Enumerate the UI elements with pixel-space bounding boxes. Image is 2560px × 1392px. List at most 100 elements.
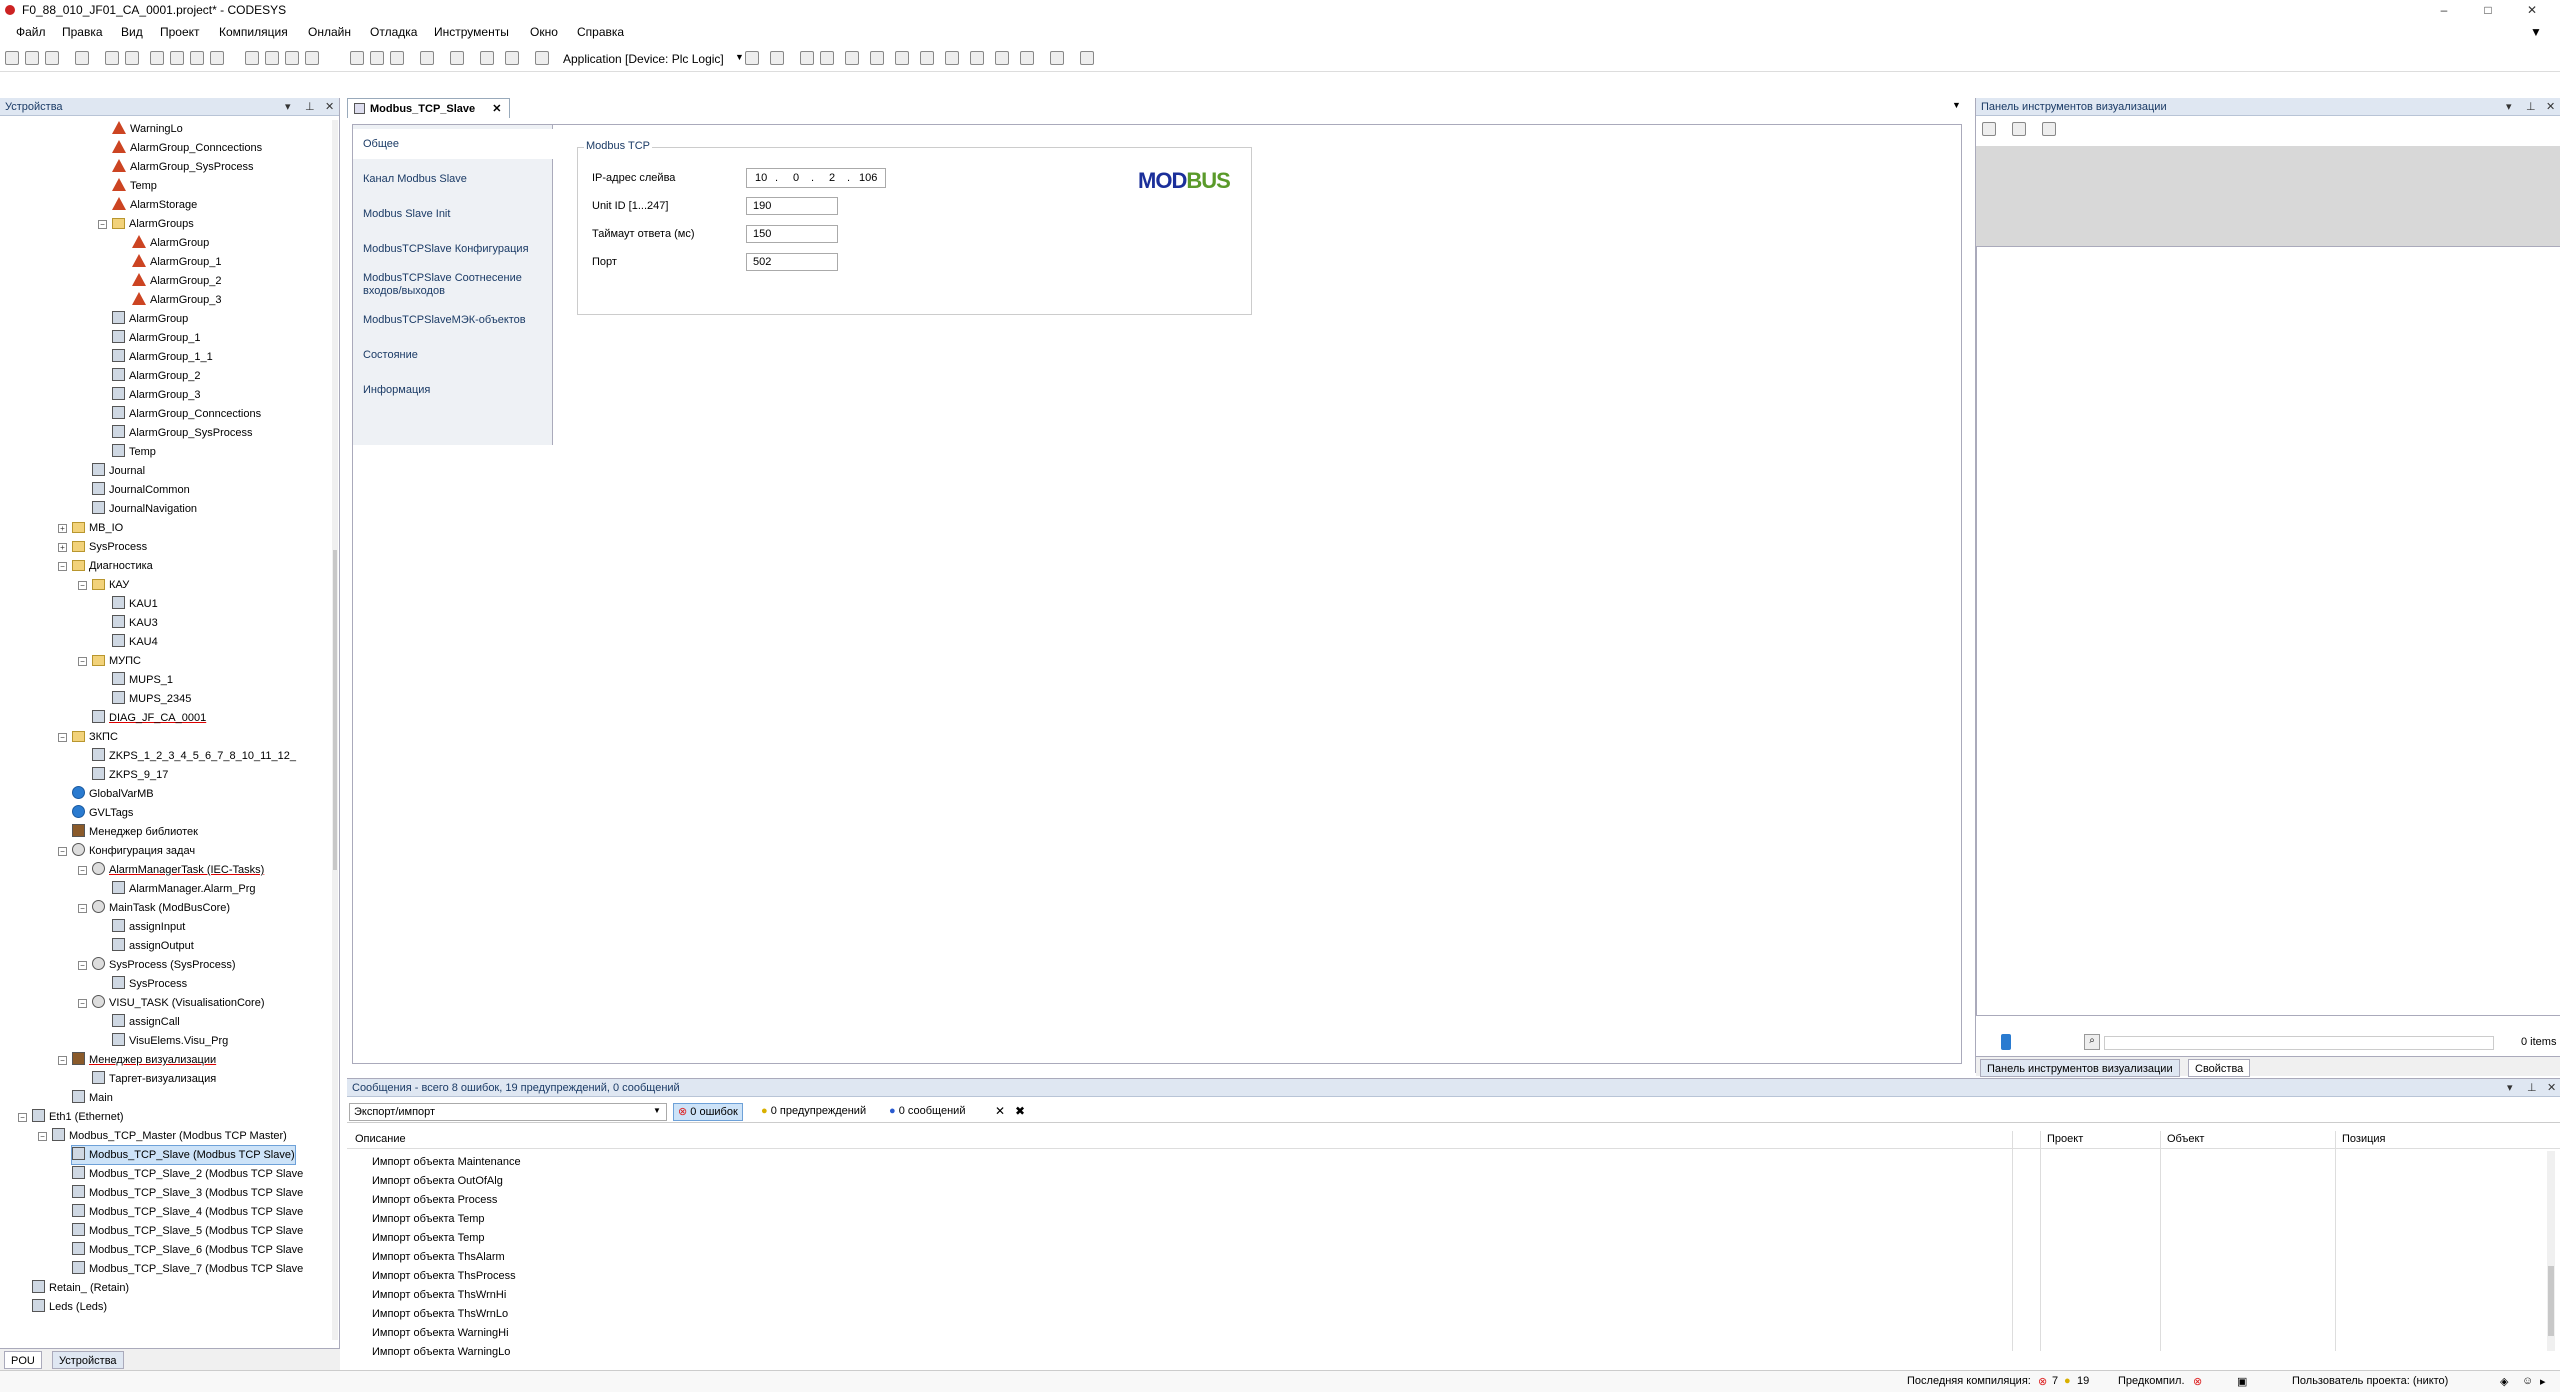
tree-item[interactable]: МУПС (92, 652, 141, 670)
precompile-status-icon[interactable]: ⊗ (2193, 1375, 2202, 1388)
tree-item[interactable]: Modbus_TCP_Slave_3 (Modbus TCP Slave (72, 1184, 303, 1202)
tree-item[interactable]: AlarmGroup_SysProcess (112, 424, 253, 442)
device-status-icon[interactable]: ▣ (2237, 1375, 2247, 1388)
tree-item[interactable]: Менеджер визуализации (72, 1051, 216, 1069)
tree-item[interactable]: AlarmGroups (112, 215, 194, 233)
tree-item[interactable]: DIAG_JF_CA_0001 (92, 709, 206, 727)
run-to-cursor-icon[interactable] (970, 51, 984, 65)
menu-build[interactable]: Компиляция (219, 25, 288, 39)
tree-item[interactable]: AlarmGroup_Conncections (112, 139, 262, 157)
message-category-select[interactable]: Экспорт/импорт (349, 1103, 667, 1121)
tree-expander-icon[interactable]: − (58, 562, 67, 571)
device-icon[interactable] (505, 51, 519, 65)
tree-item[interactable]: assignInput (112, 918, 185, 936)
col-position[interactable]: Позиция (2342, 1133, 2386, 1145)
bookmark-icon[interactable] (285, 51, 299, 65)
menu-tools[interactable]: Инструменты (434, 25, 509, 39)
tab-pou[interactable]: POU (4, 1351, 42, 1369)
save-icon[interactable] (45, 51, 59, 65)
stop-icon[interactable] (820, 51, 834, 65)
tree-expander-icon[interactable]: − (18, 1113, 27, 1122)
tree-item[interactable]: Eth1 (Ethernet) (32, 1108, 124, 1126)
write-values-icon[interactable] (995, 51, 1009, 65)
visu-view-list-icon[interactable] (1982, 122, 1996, 136)
tree-expander-icon[interactable]: − (78, 961, 87, 970)
side-tab-tcp-slave-config[interactable]: ModbusTCPSlave Конфигурация (353, 234, 553, 264)
messages-scrollbar[interactable] (2547, 1151, 2555, 1351)
tree-item[interactable]: Modbus_TCP_Master (Modbus TCP Master) (52, 1127, 287, 1145)
breakpoint-icon[interactable] (870, 51, 884, 65)
tree-item[interactable]: MB_IO (72, 519, 123, 537)
tree-item[interactable]: Таргет-визуализация (92, 1070, 216, 1088)
maximize-button[interactable]: □ (2466, 0, 2510, 20)
tree-item[interactable]: KAU3 (112, 614, 158, 632)
tree-item[interactable]: AlarmGroup_1_1 (112, 348, 213, 366)
pin-icon[interactable]: ⊥ (2526, 98, 2536, 116)
panel-close-icon[interactable]: ✕ (325, 98, 334, 116)
table-row[interactable]: Импорт объекта ThsWrnLo (372, 1305, 508, 1323)
table-row[interactable]: Импорт объекта WarningLo (372, 1343, 510, 1361)
tree-item[interactable]: Менеджер библиотек (72, 823, 198, 841)
tree-expander-icon[interactable]: − (78, 657, 87, 666)
tree-expander-icon[interactable]: − (38, 1132, 47, 1141)
shield-icon[interactable]: ◈ (2500, 1375, 2508, 1388)
tree-expander-icon[interactable]: − (78, 581, 87, 590)
ip-octet-2[interactable]: 0 (793, 172, 799, 184)
step-into-icon[interactable] (920, 51, 934, 65)
tree-item[interactable]: AlarmManager.Alarm_Prg (112, 880, 256, 898)
table-row[interactable]: Импорт объекта Process (372, 1191, 497, 1209)
filter-icon[interactable]: ▼ (2530, 25, 2542, 39)
bookmark-next-icon[interactable] (305, 51, 319, 65)
infos-filter-button[interactable]: ● 0 сообщений (885, 1103, 969, 1121)
tab-properties[interactable]: Свойства (2188, 1059, 2251, 1077)
tree-expander-icon[interactable]: + (58, 543, 67, 552)
side-tab-information[interactable]: Информация (353, 375, 553, 405)
pin-icon[interactable]: ⊥ (2527, 1079, 2537, 1097)
menu-file[interactable]: Файл (16, 25, 46, 39)
tree-expander-icon[interactable]: − (78, 866, 87, 875)
search-icon[interactable]: ⌕ (2084, 1034, 2100, 1050)
tree-item[interactable]: Leds (Leds) (32, 1298, 107, 1316)
bookmark-prev-icon[interactable] (350, 51, 364, 65)
tree-item[interactable]: GVLTags (72, 804, 133, 822)
new-icon[interactable] (5, 51, 19, 65)
tree-expander-icon[interactable]: − (78, 904, 87, 913)
zoom-slider-handle[interactable] (2001, 1034, 2011, 1050)
tree-expander-icon[interactable]: − (58, 847, 67, 856)
tab-close-icon[interactable]: ✕ (492, 103, 501, 115)
tree-item[interactable]: Main (72, 1089, 113, 1107)
tree-item[interactable]: KAU1 (112, 595, 158, 613)
tree-item[interactable]: AlarmStorage (112, 196, 197, 214)
visu-view-details-icon[interactable] (2012, 122, 2026, 136)
menu-window[interactable]: Окно (530, 25, 558, 39)
build-icon[interactable] (420, 51, 434, 65)
tree-item[interactable]: MainTask (ModBusCore) (92, 899, 230, 917)
step-over-icon[interactable] (895, 51, 909, 65)
visu-search-input[interactable] (2104, 1036, 2494, 1050)
tree-item[interactable]: MUPS_1 (112, 671, 173, 689)
tree-item[interactable]: Retain_ (Retain) (32, 1279, 129, 1297)
find-icon[interactable] (245, 51, 259, 65)
tree-item[interactable]: AlarmGroup_1 (112, 329, 201, 347)
tree-item[interactable]: Modbus_TCP_Slave (Modbus TCP Slave) (71, 1145, 296, 1165)
col-description[interactable]: Описание (355, 1133, 406, 1145)
chevron-down-icon[interactable]: ▼ (653, 1106, 661, 1115)
table-row[interactable]: Импорт объекта WarningHi (372, 1324, 509, 1342)
panel-close-icon[interactable]: ✕ (2546, 98, 2555, 116)
pin-icon[interactable]: ⊥ (305, 98, 315, 116)
unforce-icon[interactable] (1050, 51, 1064, 65)
tree-item[interactable]: MUPS_2345 (112, 690, 191, 708)
panel-menu-icon[interactable]: ▾ (2506, 98, 2512, 116)
redo-icon[interactable] (125, 51, 139, 65)
tree-item[interactable]: AlarmGroup_2 (112, 367, 201, 385)
find-replace-icon[interactable] (265, 51, 279, 65)
print-icon[interactable] (75, 51, 89, 65)
application-icon[interactable] (535, 51, 549, 65)
tab-devices[interactable]: Устройства (52, 1351, 124, 1369)
tree-item[interactable]: SysProcess (112, 975, 187, 993)
bookmark-clear-icon[interactable] (370, 51, 384, 65)
unit-id-input[interactable]: 190 (746, 197, 838, 215)
menu-debug[interactable]: Отладка (370, 25, 417, 39)
side-tab-modbus-slave-init[interactable]: Modbus Slave Init (353, 199, 553, 229)
tree-item[interactable]: ZKPS_1_2_3_4_5_6_7_8_10_11_12_ (92, 747, 296, 765)
